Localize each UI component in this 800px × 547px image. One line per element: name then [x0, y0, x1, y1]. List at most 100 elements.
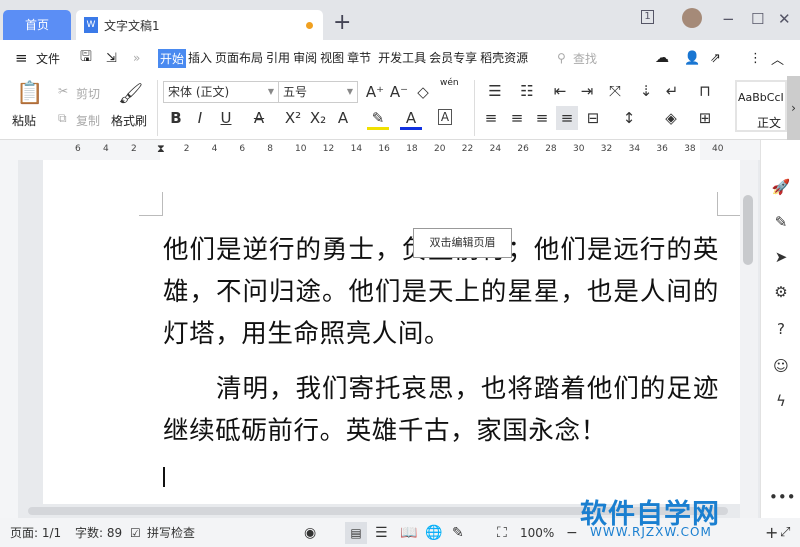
- menu-insert[interactable]: 插入: [187, 49, 213, 68]
- vertical-scrollbar[interactable]: [740, 160, 758, 518]
- paragraph-2[interactable]: 清明，我们寄托哀思，也将踏着他们的足迹继续砥砺前行。英雄千古，家国永念！: [163, 368, 719, 452]
- text-direction-icon[interactable]: ⤧: [604, 82, 626, 100]
- paragraph-mark-icon[interactable]: ↵: [661, 82, 683, 100]
- page-view-icon[interactable]: ▤: [345, 522, 367, 544]
- borders-icon[interactable]: ⊞: [694, 109, 716, 127]
- zoom-level[interactable]: 100%: [520, 526, 554, 540]
- clear-format-icon[interactable]: ◇: [412, 83, 434, 101]
- outline-view-icon[interactable]: ☰: [375, 525, 388, 541]
- vertical-ruler[interactable]: [0, 160, 18, 518]
- web-view-icon[interactable]: 🌐: [425, 525, 442, 541]
- align-right-icon[interactable]: ≡: [531, 109, 553, 127]
- maximize-button[interactable]: ☐: [751, 10, 764, 28]
- menu-page-layout[interactable]: 页面布局: [214, 49, 264, 68]
- hamburger-icon[interactable]: ≡: [15, 49, 28, 67]
- cut-icon[interactable]: ✂: [58, 84, 68, 98]
- copy-button[interactable]: 复制: [76, 112, 100, 129]
- spellcheck-button[interactable]: 拼写检查: [147, 524, 195, 541]
- avatar[interactable]: [682, 8, 702, 28]
- subscript-icon[interactable]: X₂: [307, 109, 329, 127]
- strikethrough-icon[interactable]: A: [248, 109, 270, 127]
- export-icon[interactable]: ⇲: [106, 51, 117, 66]
- styles-scroll-button[interactable]: ›: [787, 76, 800, 140]
- menu-review[interactable]: 审阅: [292, 49, 318, 68]
- style-normal[interactable]: AaBbCcI 正文: [735, 80, 787, 132]
- decrease-indent-icon[interactable]: ⇤: [549, 82, 571, 100]
- robot-icon[interactable]: ☺: [769, 357, 793, 375]
- zoom-out-button[interactable]: −: [566, 525, 578, 541]
- menu-file[interactable]: 文件: [36, 50, 60, 67]
- font-size-select[interactable]: 五号 ▼: [278, 81, 358, 103]
- new-tab-button[interactable]: +: [333, 10, 351, 35]
- pinyin-icon[interactable]: wén: [440, 78, 459, 88]
- bold-icon[interactable]: B: [165, 109, 187, 127]
- eye-protect-icon[interactable]: ◉: [304, 525, 316, 541]
- pen-icon[interactable]: ✎: [769, 213, 793, 231]
- more-icon[interactable]: ⋮: [749, 51, 762, 66]
- lightning-icon[interactable]: ϟ: [769, 392, 793, 410]
- search-icon[interactable]: ⚲: [557, 51, 566, 65]
- format-painter-button[interactable]: 格式刷: [111, 112, 147, 129]
- line-spacing-icon[interactable]: ↕: [618, 109, 640, 127]
- collapse-ribbon-icon[interactable]: ︿: [771, 49, 784, 68]
- help-icon[interactable]: ?: [769, 320, 793, 338]
- cut-button[interactable]: 剪切: [76, 85, 100, 102]
- page-count[interactable]: 页面: 1/1: [10, 524, 61, 541]
- cursor-icon[interactable]: ➤: [769, 248, 793, 266]
- tab-home[interactable]: 首页: [3, 10, 71, 40]
- menu-docer[interactable]: 稻壳资源: [479, 49, 529, 68]
- paste-icon[interactable]: 📋: [16, 81, 43, 106]
- search-input[interactable]: 查找: [573, 50, 597, 67]
- menu-member[interactable]: 会员专享: [428, 49, 478, 68]
- word-count[interactable]: 字数: 89: [75, 524, 122, 541]
- horizontal-ruler[interactable]: 6 4 2 2 4 6 8 10 12 14 16 18 20 22 24 26 28 30 32 34 36 38 40 …: [0, 140, 760, 160]
- close-button[interactable]: ✕: [778, 10, 791, 28]
- sort-icon[interactable]: ⇣: [635, 82, 657, 100]
- rocket-icon[interactable]: 🚀: [769, 178, 793, 196]
- distribute-icon[interactable]: ⊟: [582, 109, 604, 127]
- numbered-list-icon[interactable]: ☷: [516, 82, 538, 100]
- document-page[interactable]: 他们是逆行的勇士，负重前行；他们是远行的英雄，不问归途。他们是天上的星星，也是人…: [43, 160, 741, 518]
- fit-page-icon[interactable]: ⛶: [497, 525, 507, 541]
- minimize-button[interactable]: −: [722, 10, 735, 28]
- text-effect-icon[interactable]: A: [332, 109, 354, 127]
- shrink-font-icon[interactable]: A⁻: [388, 83, 410, 101]
- superscript-icon[interactable]: X²: [282, 109, 304, 127]
- font-name-select[interactable]: 宋体 (正文) ▼: [163, 81, 279, 103]
- save-icon[interactable]: 🖫: [80, 46, 92, 70]
- char-border-icon[interactable]: A: [438, 109, 452, 125]
- add-user-icon[interactable]: 👤: [684, 51, 700, 66]
- bullet-list-icon[interactable]: ☰: [484, 82, 506, 100]
- tab-ruler-icon[interactable]: ⊓: [694, 82, 716, 100]
- format-painter-icon[interactable]: 🖌: [118, 81, 143, 105]
- increase-indent-icon[interactable]: ⇥: [576, 82, 598, 100]
- settings-sliders-icon[interactable]: ⚙: [769, 283, 793, 301]
- read-view-icon[interactable]: 📖: [400, 525, 417, 541]
- menu-start[interactable]: 开始: [158, 48, 187, 68]
- highlight-icon[interactable]: ✎: [367, 109, 389, 130]
- cloud-icon[interactable]: ☁: [655, 50, 669, 66]
- more-chevron-icon[interactable]: »: [133, 51, 140, 65]
- align-center-icon[interactable]: ≡: [506, 109, 528, 127]
- scroll-thumb[interactable]: [743, 195, 753, 265]
- italic-icon[interactable]: I: [189, 109, 211, 127]
- zoom-in-button[interactable]: +: [765, 523, 778, 542]
- paste-button[interactable]: 粘贴: [12, 112, 36, 129]
- copy-icon[interactable]: ⧉: [58, 111, 67, 126]
- more-dots-icon[interactable]: •••: [769, 488, 796, 506]
- menu-view[interactable]: 视图: [319, 49, 345, 68]
- spellcheck-icon[interactable]: ☑: [130, 526, 141, 540]
- grow-font-icon[interactable]: A⁺: [364, 83, 386, 101]
- menu-developer[interactable]: 开发工具: [377, 49, 427, 68]
- shading-icon[interactable]: ◈: [660, 109, 682, 127]
- tab-document[interactable]: W 文字文稿1: [76, 10, 323, 40]
- fullscreen-icon[interactable]: ⤢: [780, 525, 790, 540]
- menu-references[interactable]: 引用: [265, 49, 291, 68]
- share-icon[interactable]: ⇗: [710, 51, 721, 66]
- write-view-icon[interactable]: ✎: [452, 525, 464, 541]
- indent-marker-icon[interactable]: ⧗: [157, 142, 165, 156]
- underline-icon[interactable]: U: [215, 109, 237, 127]
- font-color-icon[interactable]: A: [400, 109, 422, 130]
- menu-section[interactable]: 章节: [346, 49, 372, 68]
- align-left-icon[interactable]: ≡: [480, 109, 502, 127]
